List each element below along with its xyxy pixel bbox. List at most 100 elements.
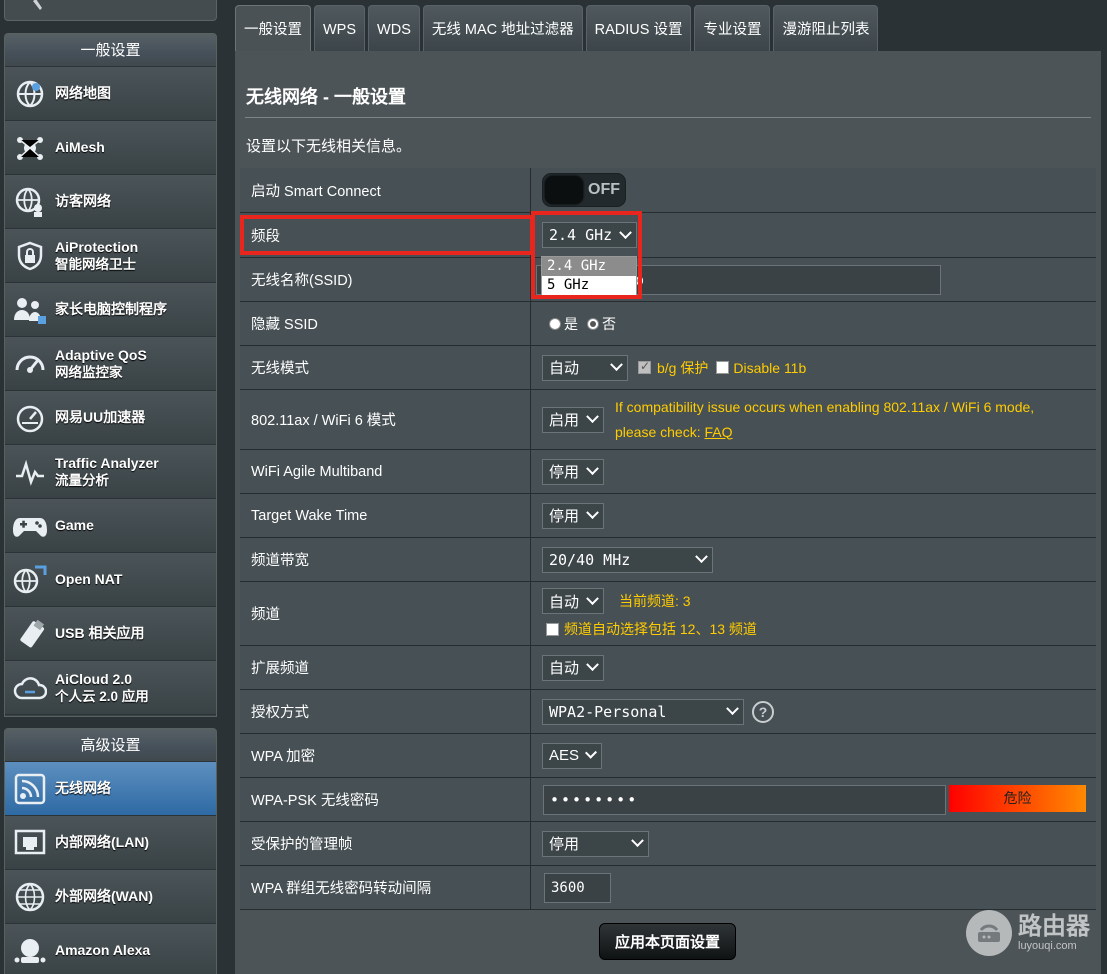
smart-connect-toggle[interactable]: OFF <box>542 173 626 207</box>
row-target-wake-time: Target Wake Time 停用 <box>240 494 1096 538</box>
wireless-mode-select[interactable]: 自动 <box>542 354 628 381</box>
channel-select[interactable]: 自动 <box>542 588 604 614</box>
globe-icon <box>5 870 55 924</box>
sidebar-general-group: 一般设置 网络地图 AiMesh 访客网络 AiProtection 智能网络卫士 家长电… <box>4 33 217 717</box>
row-band: 频段 2.4 GHz <box>240 213 1096 258</box>
target-wake-time-select[interactable]: 停用 <box>542 502 604 529</box>
chevron-down-icon <box>586 591 599 605</box>
auto-channel-12-13-checkbox[interactable] <box>546 622 559 636</box>
cloud-icon <box>5 661 55 715</box>
target-wake-time-label: Target Wake Time <box>240 494 531 537</box>
tab-4[interactable]: RADIUS 设置 <box>585 5 692 51</box>
sidebar-general-item-0[interactable]: 网络地图 <box>5 67 216 121</box>
auth-method-select[interactable]: WPA2-Personal <box>542 698 744 725</box>
sidebar-general-item-6[interactable]: 网易UU加速器 <box>5 391 216 445</box>
help-icon[interactable]: ? <box>752 700 774 723</box>
chevron-down-icon <box>610 358 623 372</box>
tab-5[interactable]: 专业设置 <box>694 5 771 51</box>
page-description: 设置以下无线相关信息。 <box>246 138 412 155</box>
sidebar-item-label: 网络地图 <box>55 85 111 101</box>
smart-connect-label: 启动 Smart Connect <box>240 168 531 212</box>
ssid-label: 无线名称(SSID) <box>240 258 531 301</box>
sidebar-item-label: 内部网络(LAN) <box>55 834 150 850</box>
chevron-down-icon <box>631 834 644 848</box>
open-nat-icon <box>5 553 55 607</box>
band-dropdown-list: 2.4 GHz 5 GHz <box>541 256 637 296</box>
wpa-encryption-label: WPA 加密 <box>240 734 531 777</box>
sidebar-advanced-item-1[interactable]: 内部网络(LAN) <box>5 816 216 870</box>
watermark-url: luyouqi.com <box>1018 940 1077 952</box>
ext-channel-select[interactable]: 自动 <box>542 654 604 681</box>
sidebar-item-label: 外部网络(WAN) <box>55 888 153 904</box>
sidebar-item-label: AiMesh <box>55 139 105 155</box>
sidebar-advanced-item-3[interactable]: Amazon Alexa <box>5 924 216 974</box>
chevron-down-icon <box>586 658 599 672</box>
sidebar-general-item-5[interactable]: Adaptive QoS 网络监控家 <box>5 337 216 391</box>
sidebar-advanced-item-0[interactable]: 无线网络 <box>5 762 216 816</box>
sidebar-general-item-3[interactable]: AiProtection 智能网络卫士 <box>5 229 216 283</box>
tab-3[interactable]: 无线 MAC 地址过滤器 <box>422 5 583 51</box>
band-option-5ghz[interactable]: 5 GHz <box>542 276 636 295</box>
sidebar-top-button[interactable] <box>4 0 217 21</box>
band-label: 频段 <box>240 213 531 257</box>
pmf-select[interactable]: 停用 <box>542 830 649 857</box>
sidebar-general-item-11[interactable]: AiCloud 2.0 个人云 2.0 应用 <box>5 661 216 715</box>
network-map-icon <box>5 67 55 121</box>
ax-compat-note: If compatibility issue occurs when enabl… <box>615 398 1035 440</box>
row-wireless-mode: 无线模式 自动 b/g 保护 Disable 11b <box>240 346 1096 390</box>
sidebar-item-label: AiCloud 2.0 个人云 2.0 应用 <box>55 670 149 704</box>
chevron-down-icon <box>619 225 632 239</box>
traffic-analyzer-icon <box>5 445 55 499</box>
row-pmf: 受保护的管理帧 停用 <box>240 822 1096 866</box>
sidebar-item-label: 网易UU加速器 <box>55 409 146 425</box>
hide-ssid-yes-radio[interactable] <box>549 317 561 330</box>
band-option-2-4ghz[interactable]: 2.4 GHz <box>542 257 636 276</box>
band-select[interactable]: 2.4 GHz <box>542 222 637 248</box>
auth-method-label: 授权方式 <box>240 690 531 733</box>
sidebar-advanced-item-2[interactable]: 外部网络(WAN) <box>5 870 216 924</box>
wpa-encryption-select[interactable]: AES <box>542 742 602 769</box>
disable-11b-checkbox[interactable] <box>716 361 730 374</box>
sidebar-advanced-group: 高级设置 无线网络内部网络(LAN) 外部网络(WAN) Amazon Alexa <box>4 728 217 974</box>
row-ext-channel: 扩展频道 自动 <box>240 646 1096 690</box>
sidebar-general-item-2[interactable]: 访客网络 <box>5 175 216 229</box>
bandwidth-label: 频道带宽 <box>240 538 531 581</box>
sidebar-general-item-1[interactable]: AiMesh <box>5 121 216 175</box>
alexa-icon <box>5 924 55 974</box>
tab-1[interactable]: WPS <box>314 5 366 51</box>
tab-bar: 一般设置 WPS WDS 无线 MAC 地址过滤器 RADIUS 设置 专业设置 漫游阻止列… <box>235 5 881 51</box>
pmf-label: 受保护的管理帧 <box>240 822 531 865</box>
faq-link[interactable]: FAQ <box>705 424 733 440</box>
sidebar-general-item-4[interactable]: 家长电脑控制程序 <box>5 283 216 337</box>
tab-2[interactable]: WDS <box>368 5 420 51</box>
sidebar-general-item-8[interactable]: Game <box>5 499 216 553</box>
aimesh-icon <box>5 121 55 175</box>
usb-icon <box>5 607 55 661</box>
sidebar-item-label: 访客网络 <box>55 193 111 209</box>
sidebar-general-item-10[interactable]: USB 相关应用 <box>5 607 216 661</box>
bg-protection-checkbox[interactable] <box>638 359 651 374</box>
row-group-key-interval: WPA 群组无线密码转动间隔 3600 <box>240 866 1096 910</box>
tab-0[interactable]: 一般设置 <box>235 5 311 51</box>
sidebar-advanced-header: 高级设置 <box>5 729 216 762</box>
group-key-interval-input[interactable]: 3600 <box>544 872 611 903</box>
wpa-psk-input[interactable]: •••••••• <box>543 784 946 815</box>
bandwidth-select[interactable]: 20/40 MHz <box>542 546 713 573</box>
hide-ssid-no-radio[interactable] <box>587 317 599 330</box>
sidebar-item-label: Game <box>55 517 94 533</box>
row-wpa-encryption: WPA 加密 AES <box>240 734 1096 778</box>
row-channel: 频道 自动 当前频道: 3 频道自动选择包括 12、13 频道 <box>240 582 1096 646</box>
sidebar-general-item-7[interactable]: Traffic Analyzer 流量分析 <box>5 445 216 499</box>
ax-mode-select[interactable]: 启用 <box>542 406 604 433</box>
sidebar-general-item-9[interactable]: Open NAT <box>5 553 216 607</box>
router-logo-icon <box>966 910 1012 956</box>
speedometer-icon <box>5 337 55 391</box>
apply-button[interactable]: 应用本页面设置 <box>599 923 736 960</box>
row-auth-method: 授权方式 WPA2-Personal ? <box>240 690 1096 734</box>
sidebar-item-label: USB 相关应用 <box>55 625 145 641</box>
agile-multiband-select[interactable]: 停用 <box>542 458 604 485</box>
sidebar-item-label: Amazon Alexa <box>55 942 151 958</box>
wrench-icon <box>33 0 42 10</box>
channel-label: 频道 <box>240 582 531 645</box>
tab-6[interactable]: 漫游阻止列表 <box>773 5 879 51</box>
